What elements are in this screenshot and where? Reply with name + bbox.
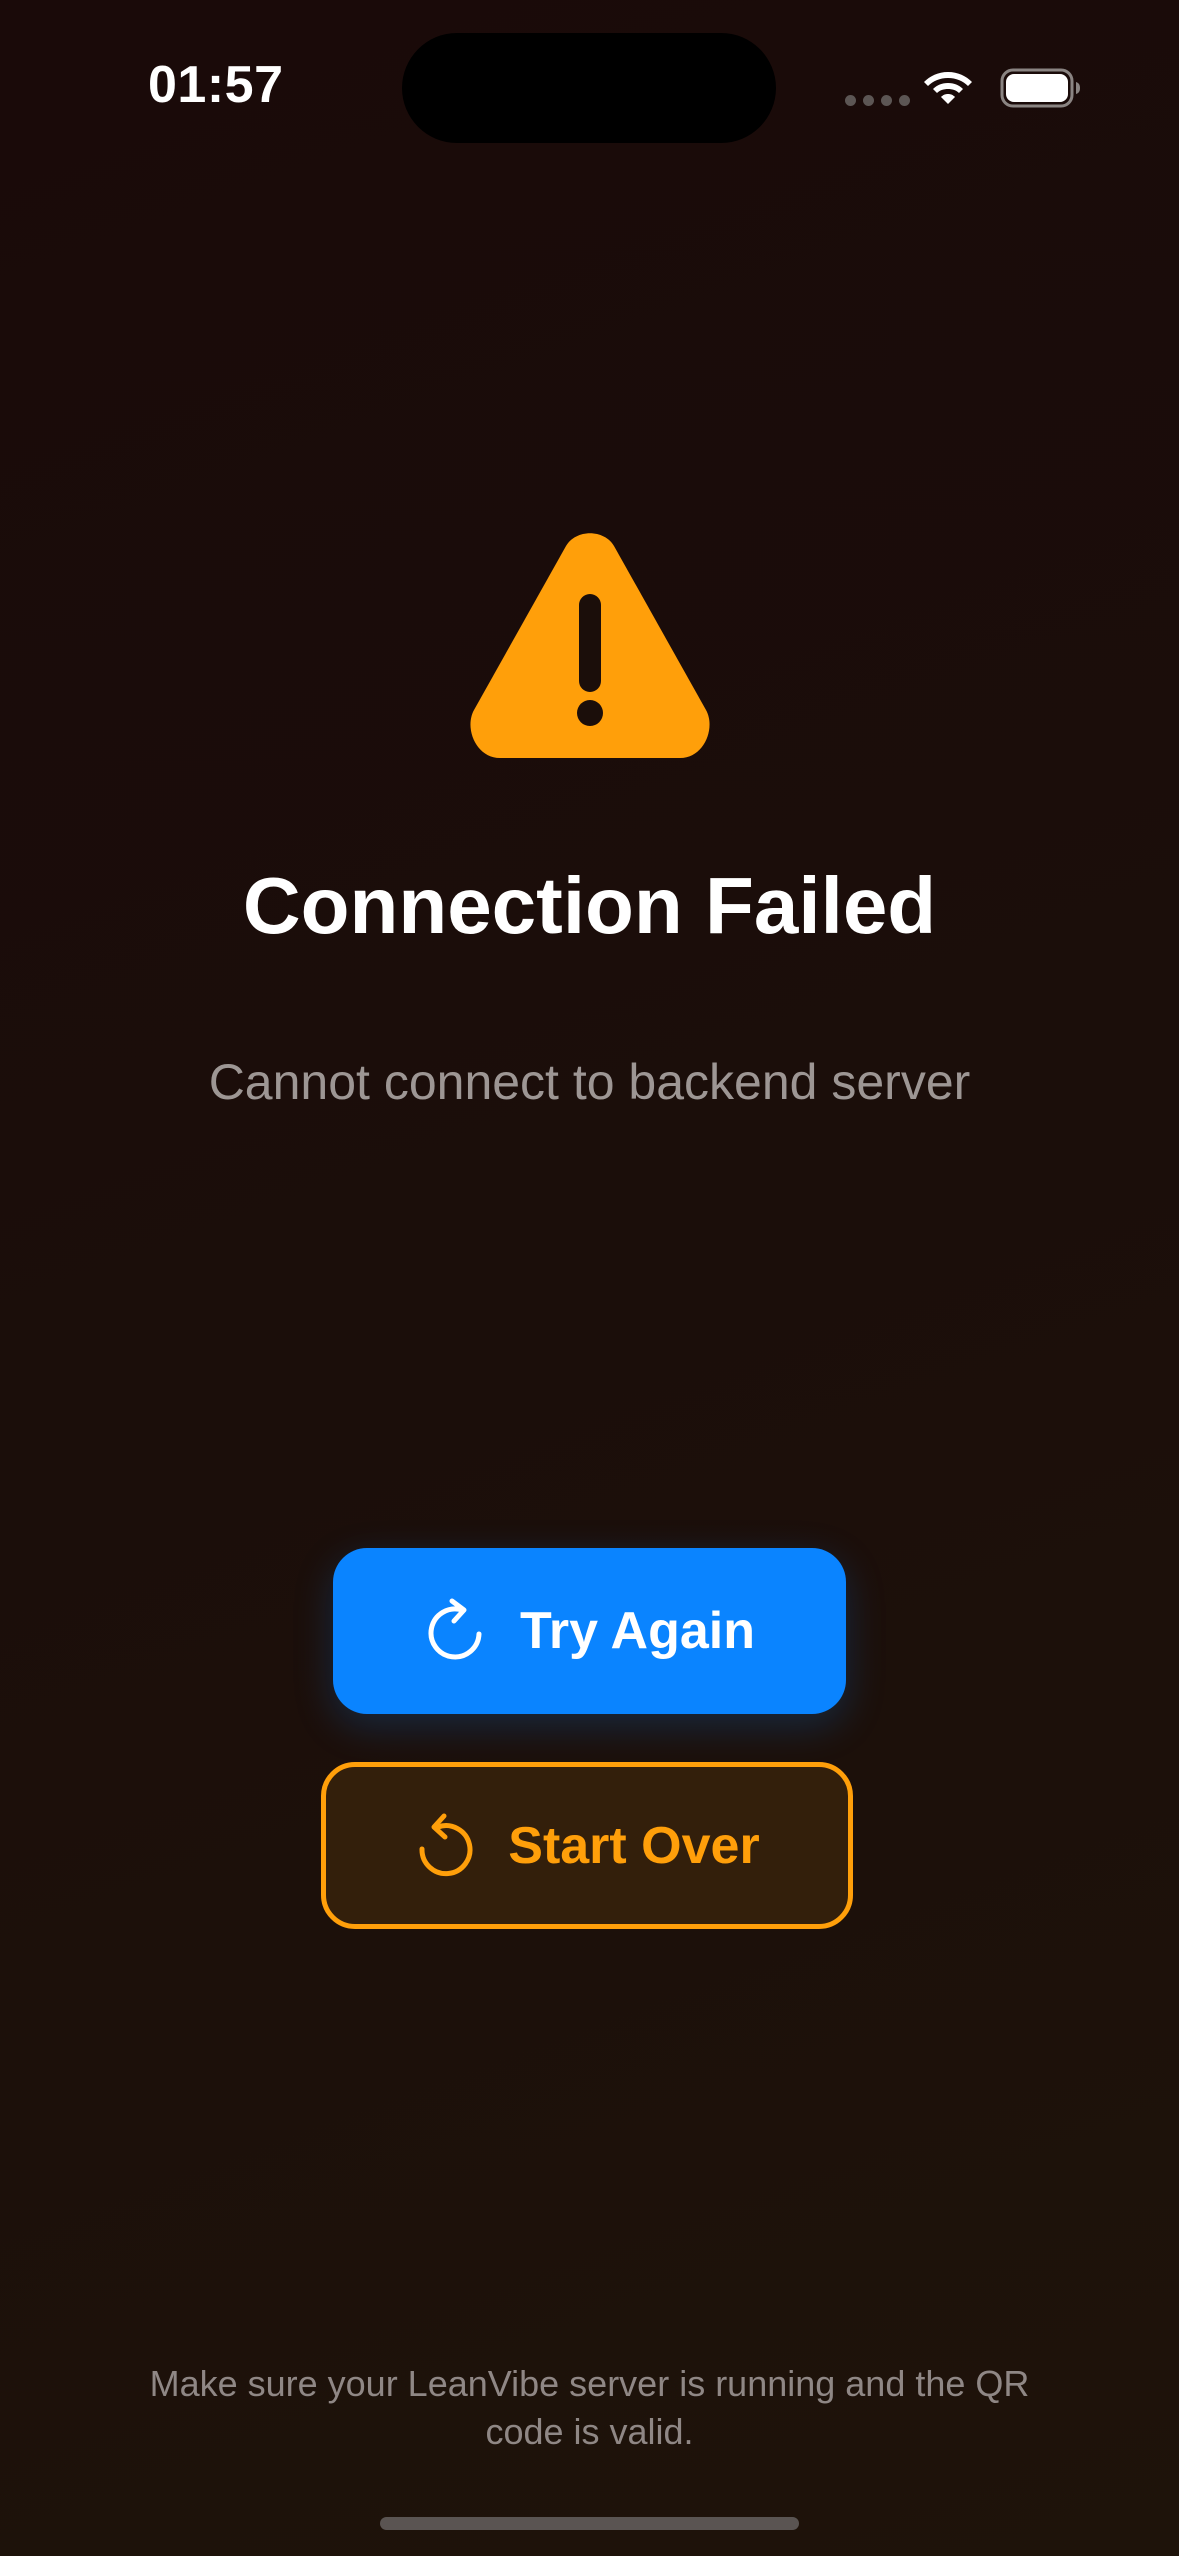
start-over-label: Start Over — [508, 1816, 760, 1875]
error-title: Connection Failed — [242, 861, 937, 950]
status-time: 01:57 — [148, 56, 284, 114]
rotate-left-icon — [419, 1813, 473, 1876]
wifi-icon — [924, 72, 972, 104]
start-over-button[interactable]: Start Over — [321, 1762, 853, 1929]
home-indicator[interactable] — [380, 2517, 799, 2530]
footer-note: Make sure your LeanVibe server is runnin… — [149, 2363, 1030, 2452]
battery-icon — [1000, 68, 1080, 108]
status-bar: 01:57 — [0, 0, 1179, 160]
warning-triangle-icon — [470, 533, 710, 758]
cellular-signal-icon — [845, 95, 910, 106]
dynamic-island — [402, 33, 776, 143]
try-again-button[interactable]: Try Again — [333, 1548, 846, 1714]
refresh-icon — [428, 1598, 482, 1660]
error-message: Cannot connect to backend server — [208, 1054, 971, 1110]
try-again-label: Try Again — [519, 1602, 755, 1660]
